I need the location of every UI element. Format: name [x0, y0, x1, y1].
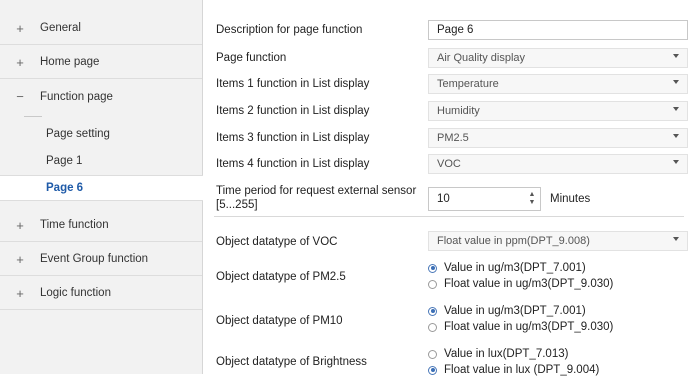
sidebar-item-function-page[interactable]: − Function page	[0, 80, 202, 113]
page-function-value: Air Quality display	[437, 52, 526, 64]
description-value: Page 6	[437, 24, 474, 36]
brightness-option-1-label: Value in lux(DPT_7.013)	[444, 348, 569, 360]
item-4-value: VOC	[437, 158, 461, 170]
item-3-label: Items 3 function in List display	[216, 132, 370, 144]
sidebar-item-general[interactable]: + General	[0, 12, 202, 45]
time-period-label-line2: [5...255]	[216, 199, 258, 211]
expand-icon[interactable]: +	[14, 286, 26, 301]
section-divider	[214, 216, 684, 217]
sidebar-subitem-label: Page setting	[46, 128, 110, 140]
pm10-option-1[interactable]: Value in ug/m3(DPT_7.001)	[428, 305, 586, 317]
page-function-label: Page function	[216, 52, 287, 64]
item-1-label: Items 1 function in List display	[216, 78, 370, 90]
expand-icon[interactable]: +	[14, 55, 26, 70]
sidebar-item-logic-function[interactable]: + Logic function	[0, 277, 202, 310]
spin-arrows-icon[interactable]: ▲ ▼	[524, 188, 540, 210]
brightness-option-1[interactable]: Value in lux(DPT_7.013)	[428, 348, 568, 360]
voc-label: Object datatype of VOC	[216, 236, 338, 248]
item-4-select[interactable]: VOC	[428, 154, 688, 174]
parameter-panel: Description for page function Page 6 Pag…	[204, 0, 690, 376]
dropdown-arrow-icon	[673, 237, 679, 241]
time-period-label: Time period for request external sensor …	[216, 184, 416, 212]
dropdown-arrow-icon	[673, 54, 679, 58]
item-1-value: Temperature	[437, 78, 499, 90]
sidebar-subitem-label: Page 1	[46, 155, 83, 167]
brightness-option-2-label: Float value in lux (DPT_9.004)	[444, 364, 600, 376]
item-2-select[interactable]: Humidity	[428, 101, 688, 121]
radio-selected-icon[interactable]	[428, 306, 437, 316]
pm25-option-1-label: Value in ug/m3(DPT_7.001)	[444, 262, 586, 274]
pm25-option-2[interactable]: Float value in ug/m3(DPT_9.030)	[428, 278, 613, 290]
dropdown-arrow-icon	[673, 80, 679, 84]
pm25-option-1[interactable]: Value in ug/m3(DPT_7.001)	[428, 262, 586, 274]
time-period-spinbox[interactable]: 10 ▲ ▼	[428, 187, 541, 211]
sidebar-subitem-page-1[interactable]: Page 1	[0, 148, 202, 174]
item-4-label: Items 4 function in List display	[216, 158, 370, 170]
sidebar: + General + Home page − Function page Pa…	[0, 0, 203, 374]
sidebar-subitem-page-6[interactable]: Page 6	[0, 175, 203, 201]
radio-unselected-icon[interactable]	[428, 322, 437, 332]
item-3-select[interactable]: PM2.5	[428, 128, 688, 148]
sidebar-item-label: General	[40, 22, 81, 34]
radio-unselected-icon[interactable]	[428, 349, 437, 359]
expand-icon[interactable]: +	[14, 21, 26, 36]
sidebar-subitem-label: Page 6	[46, 182, 84, 194]
sidebar-item-label: Event Group function	[40, 253, 149, 265]
time-period-label-line1: Time period for request external sensor	[216, 185, 417, 197]
item-2-label: Items 2 function in List display	[216, 105, 370, 117]
description-label: Description for page function	[216, 24, 363, 36]
sidebar-item-label: Home page	[40, 56, 100, 68]
dropdown-arrow-icon	[673, 134, 679, 138]
item-1-select[interactable]: Temperature	[428, 74, 688, 94]
radio-selected-icon[interactable]	[428, 365, 437, 375]
radio-unselected-icon[interactable]	[428, 279, 437, 289]
brightness-label: Object datatype of Brightness	[216, 356, 367, 368]
tree-connector	[24, 116, 42, 117]
voc-value: Float value in ppm(DPT_9.008)	[437, 235, 590, 247]
dropdown-arrow-icon	[673, 107, 679, 111]
sidebar-subitem-page-setting[interactable]: Page setting	[0, 121, 202, 147]
description-input[interactable]: Page 6	[428, 20, 688, 40]
expand-icon[interactable]: +	[14, 252, 26, 267]
sidebar-item-home-page[interactable]: + Home page	[0, 46, 202, 79]
time-period-value: 10	[437, 193, 450, 205]
collapse-icon[interactable]: −	[14, 89, 26, 104]
dropdown-arrow-icon	[673, 160, 679, 164]
pm25-label: Object datatype of PM2.5	[216, 271, 346, 283]
pm10-label: Object datatype of PM10	[216, 315, 343, 327]
sidebar-item-label: Function page	[40, 90, 113, 103]
pm10-option-1-label: Value in ug/m3(DPT_7.001)	[444, 305, 586, 317]
radio-selected-icon[interactable]	[428, 263, 437, 273]
pm25-option-2-label: Float value in ug/m3(DPT_9.030)	[444, 278, 614, 290]
expand-icon[interactable]: +	[14, 218, 26, 233]
time-period-unit: Minutes	[550, 193, 591, 205]
pm10-option-2[interactable]: Float value in ug/m3(DPT_9.030)	[428, 321, 613, 333]
page-function-select[interactable]: Air Quality display	[428, 48, 688, 68]
sidebar-item-label: Logic function	[40, 287, 111, 299]
sidebar-item-time-function[interactable]: + Time function	[0, 209, 202, 242]
brightness-option-2[interactable]: Float value in lux (DPT_9.004)	[428, 364, 599, 376]
item-3-value: PM2.5	[437, 132, 469, 144]
sidebar-item-label: Time function	[40, 219, 109, 231]
pm10-option-2-label: Float value in ug/m3(DPT_9.030)	[444, 321, 614, 333]
item-2-value: Humidity	[437, 105, 480, 117]
sidebar-item-event-group-function[interactable]: + Event Group function	[0, 243, 202, 276]
voc-select[interactable]: Float value in ppm(DPT_9.008)	[428, 231, 688, 251]
